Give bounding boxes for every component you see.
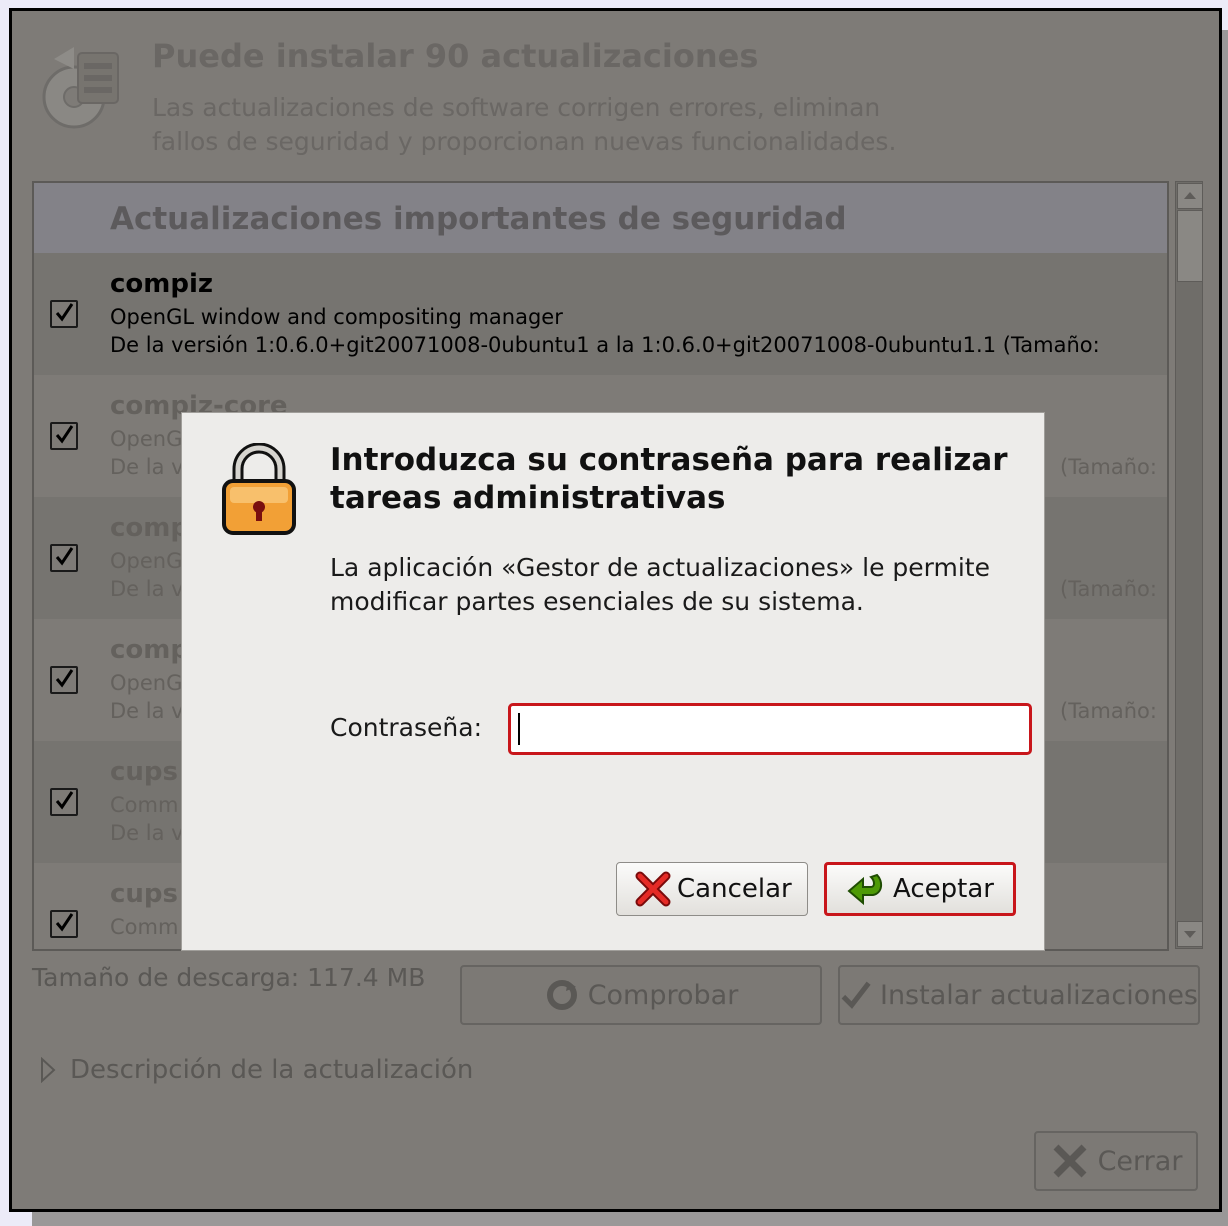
update-manager-icon: [42, 47, 119, 129]
package-name: cups: [110, 757, 179, 787]
close-button-label: Cerrar: [1097, 1145, 1183, 1177]
package-version: De la v: [110, 577, 184, 601]
package-description: Comm: [110, 915, 179, 939]
package-version: De la v: [110, 821, 184, 845]
package-description: OpenGL window and compositing manager: [110, 305, 563, 329]
cancel-icon: [635, 871, 671, 907]
password-field[interactable]: [508, 703, 1032, 755]
package-checkbox[interactable]: [50, 910, 78, 938]
scrollbar-thumb[interactable]: [1177, 210, 1203, 282]
updates-description-line1: Las actualizaciones de software corrigen…: [152, 93, 881, 122]
password-label: Contraseña:: [330, 713, 482, 742]
package-description: OpenG: [110, 427, 183, 451]
close-icon: [1053, 1144, 1087, 1178]
package-version: De la v: [110, 699, 184, 723]
install-button-label: Instalar actualizaciones: [879, 979, 1198, 1011]
dialog-message-line2: modificar partes esenciales de su sistem…: [330, 587, 864, 616]
section-header: Actualizaciones importantes de seguridad: [34, 183, 1167, 253]
dialog-title-line1: Introduzca su contraseña para realizar: [330, 442, 1008, 478]
expander-label: Descripción de la actualización: [70, 1055, 474, 1085]
package-size-label: (Tamaño:: [1060, 699, 1157, 723]
expander-arrow-icon: [41, 1057, 56, 1083]
password-dialog: Introduzca su contraseña para realizar t…: [181, 412, 1045, 951]
update-description-expander[interactable]: Descripción de la actualización: [40, 1055, 473, 1085]
package-size-label: (Tamaño:: [1060, 577, 1157, 601]
refresh-icon: [546, 980, 577, 1010]
package-checkbox[interactable]: [50, 666, 78, 694]
checkmark-icon: [841, 981, 871, 1009]
scroll-up-button[interactable]: [1177, 183, 1203, 209]
package-name: comp: [110, 635, 189, 665]
package-description: Comm: [110, 793, 179, 817]
arrow-down-icon: [1184, 931, 1196, 938]
cancel-button[interactable]: Cancelar: [616, 862, 808, 916]
package-version: De la versión 1:0.6.0+git20071008-0ubunt…: [110, 333, 1100, 357]
package-checkbox[interactable]: [50, 544, 78, 572]
updates-description: Las actualizaciones de software corrigen…: [152, 91, 896, 159]
package-checkbox[interactable]: [50, 300, 78, 328]
package-name: comp: [110, 513, 189, 543]
accept-button-label: Aceptar: [893, 874, 994, 904]
enter-arrow-icon: [847, 873, 883, 906]
text-cursor: [518, 713, 520, 745]
section-header-label: Actualizaciones importantes de seguridad: [110, 201, 847, 237]
dialog-message-line1: La aplicación «Gestor de actualizaciones…: [330, 553, 990, 582]
cancel-button-label: Cancelar: [677, 874, 792, 904]
arrow-up-icon: [1184, 192, 1196, 199]
window-shadow-bottom: [32, 1210, 1228, 1226]
install-updates-button[interactable]: Instalar actualizaciones: [838, 965, 1200, 1025]
list-item[interactable]: compiz OpenGL window and compositing man…: [34, 253, 1167, 375]
close-button[interactable]: Cerrar: [1034, 1131, 1198, 1191]
lock-icon: [222, 443, 296, 535]
package-checkbox[interactable]: [50, 422, 78, 450]
accept-button[interactable]: Aceptar: [824, 862, 1016, 916]
updates-description-line2: fallos de seguridad y proporcionan nueva…: [152, 127, 897, 156]
check-button-label: Comprobar: [587, 979, 739, 1011]
package-version: De la v: [110, 455, 184, 479]
dialog-title-line2: tareas administrativas: [330, 480, 726, 516]
package-checkbox[interactable]: [50, 788, 78, 816]
scroll-down-button[interactable]: [1177, 921, 1203, 947]
package-description: OpenG: [110, 549, 183, 573]
package-name: cups: [110, 879, 179, 909]
package-description: OpenG: [110, 671, 183, 695]
package-size-label: (Tamaño:: [1060, 455, 1157, 479]
package-name: compiz: [110, 269, 214, 299]
dialog-message: La aplicación «Gestor de actualizaciones…: [330, 551, 990, 619]
dialog-title: Introduzca su contraseña para realizar t…: [330, 441, 1008, 517]
check-button[interactable]: Comprobar: [460, 965, 822, 1025]
list-scrollbar[interactable]: [1175, 181, 1203, 949]
updates-available-title: Puede instalar 90 actualizaciones: [152, 37, 759, 75]
download-size: Tamaño de descarga: 117.4 MB: [32, 963, 426, 992]
